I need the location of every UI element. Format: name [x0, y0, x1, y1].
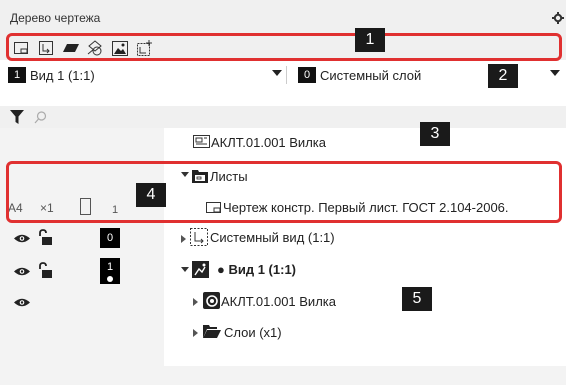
eye-icon[interactable] — [14, 266, 30, 277]
tree-label-document: АКЛТ.01.001 Вилка — [211, 135, 326, 150]
callout-5: 5 — [402, 287, 432, 311]
chevron-down-icon[interactable] — [550, 70, 560, 76]
search-input[interactable] — [52, 108, 552, 128]
layer-number-badge: 0 — [298, 67, 316, 83]
filter-icon[interactable] — [10, 110, 24, 124]
folder-open-icon — [203, 325, 221, 338]
filter-bar — [0, 106, 566, 130]
tree-label-view1: ● Вид 1 (1:1) — [217, 262, 296, 277]
view-dropdown-label: Вид 1 (1:1) — [30, 67, 95, 83]
view-dropdown[interactable]: 1 Вид 1 (1:1) — [8, 65, 283, 85]
expand-caret-icon[interactable] — [193, 329, 198, 337]
search-icon[interactable] — [34, 111, 47, 124]
tree-label-model: АКЛТ.01.001 Вилка — [221, 294, 336, 309]
unlock-icon[interactable] — [38, 229, 52, 245]
tree-label-system-view: Системный вид (1:1) — [210, 230, 335, 245]
unlock-icon[interactable] — [38, 262, 52, 278]
tree-label-layers: Слои (x1) — [224, 325, 282, 340]
panel-header: Дерево чертежа — [0, 0, 566, 32]
highlight-toolbar — [6, 33, 562, 61]
view-layer-selectors: 1 Вид 1 (1:1) 0 Системный слой — [0, 62, 566, 88]
view-number-badge: 0 — [100, 228, 120, 248]
model-icon — [203, 292, 220, 309]
layer-dropdown-label: Системный слой — [320, 67, 422, 83]
divider — [286, 66, 287, 84]
gear-icon[interactable] — [552, 12, 564, 24]
expand-caret-icon[interactable] — [181, 267, 189, 272]
layer-dropdown[interactable]: 0 Системный слой — [298, 65, 560, 85]
view-icon — [192, 261, 209, 278]
eye-icon[interactable] — [14, 297, 30, 308]
expand-caret-icon[interactable] — [181, 235, 186, 243]
eye-icon[interactable] — [14, 233, 30, 244]
callout-3: 3 — [420, 122, 450, 146]
view-number-badge: 1 — [8, 67, 26, 83]
callout-4: 4 — [136, 183, 166, 207]
chevron-down-icon[interactable] — [272, 70, 282, 76]
highlight-sheets — [6, 161, 562, 223]
expand-caret-icon[interactable] — [193, 298, 198, 306]
panel-title: Дерево чертежа — [10, 11, 101, 25]
callout-1: 1 — [355, 28, 385, 52]
system-view-icon — [190, 228, 208, 246]
callout-2: 2 — [488, 64, 518, 88]
active-view-dot — [107, 276, 113, 282]
document-icon — [193, 135, 210, 148]
